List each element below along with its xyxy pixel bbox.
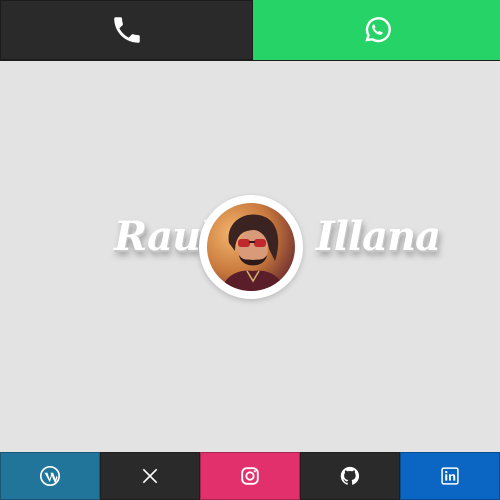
social-bar — [0, 452, 500, 500]
linkedin-icon — [440, 466, 460, 486]
instagram-button[interactable] — [200, 452, 300, 500]
x-twitter-button[interactable] — [100, 452, 200, 500]
github-icon — [339, 465, 361, 487]
phone-button[interactable] — [0, 0, 253, 60]
instagram-icon — [239, 465, 261, 487]
avatar — [199, 195, 303, 299]
wordpress-icon — [39, 465, 61, 487]
profile-header: Raul Illana — [0, 195, 500, 299]
avatar-photo — [207, 203, 295, 291]
x-icon — [140, 466, 160, 486]
whatsapp-icon — [361, 14, 393, 46]
linkedin-button[interactable] — [400, 452, 500, 500]
whatsapp-button[interactable] — [253, 0, 500, 60]
phone-icon — [110, 13, 144, 47]
wordpress-button[interactable] — [0, 452, 100, 500]
github-button[interactable] — [300, 452, 400, 500]
contact-bar — [0, 0, 500, 61]
last-name: Illana — [316, 213, 441, 260]
